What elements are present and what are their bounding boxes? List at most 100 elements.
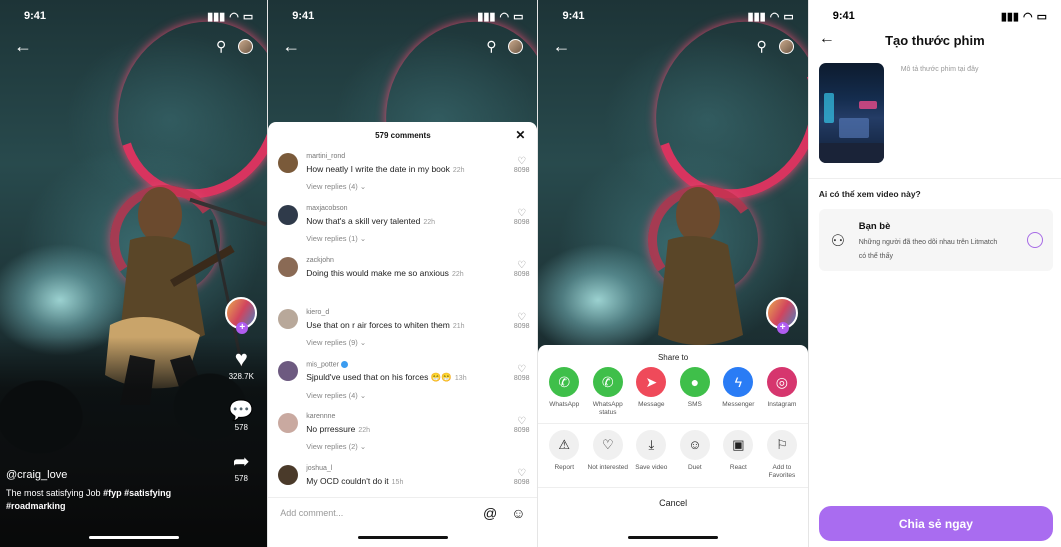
share-app-button[interactable]: ✆ WhatsApp [542, 367, 586, 417]
view-replies-link[interactable]: View replies (9) ⌄ [306, 338, 527, 347]
share-app-button[interactable]: ϟ Messenger [717, 367, 761, 417]
commenter-avatar[interactable] [278, 205, 299, 225]
share-app-icon: ✆ [592, 367, 623, 397]
like-button[interactable]: ♥ 328.7K [229, 346, 254, 381]
video-screen: 9:41 ▮▮▮ ◠ ▭ ← ⚲ + ♥ 328.7K 💬 578 ➦ 578 @c… [0, 0, 268, 547]
profile-avatar[interactable] [238, 38, 254, 54]
share-action-button[interactable]: ☺ Duet [673, 430, 717, 480]
comment-input[interactable]: Add comment... @ ☺ [268, 497, 538, 527]
comment-username[interactable]: karennne [306, 413, 527, 420]
status-time: 9:41 [562, 10, 585, 22]
comment-username[interactable]: mis_potter [306, 361, 527, 368]
back-arrow-icon[interactable]: ← [14, 37, 32, 55]
commenter-avatar[interactable] [278, 257, 299, 277]
view-replies-link[interactable]: View replies (4) ⌄ [306, 391, 527, 400]
comment-like-button[interactable]: ♡ 8098 [514, 468, 530, 486]
comment-username[interactable]: zackjohn [306, 257, 527, 264]
mention-icon[interactable]: @ [483, 505, 497, 521]
comment-item[interactable]: martini_rond How neatly I write the date… [268, 150, 537, 202]
view-replies-link[interactable]: View replies (1) ⌄ [306, 234, 527, 243]
follow-plus-icon[interactable]: + [776, 322, 789, 334]
wifi-icon: ◠ [769, 11, 780, 23]
comment-like-button[interactable]: ♡ 8098 [514, 260, 530, 278]
comment-like-count: 8098 [513, 167, 530, 174]
share-app-button[interactable]: ➤ Message [630, 367, 674, 417]
close-icon[interactable]: ✕ [515, 128, 525, 142]
emoji-icon[interactable]: ☺ [511, 505, 525, 521]
comment-item[interactable]: karennne No prressure 22h View replies (2… [268, 410, 537, 462]
commenter-avatar[interactable] [278, 465, 299, 485]
creator-handle[interactable]: @craig_love [6, 469, 217, 481]
comments-sheet: 579 comments ✕ martini_rond How neatly I… [268, 122, 538, 547]
comment-username[interactable]: maxjacobson [306, 205, 527, 212]
screens-row: 9:41 ▮▮▮ ◠ ▭ ← ⚲ + ♥ 328.7K 💬 578 ➦ 578 @c… [0, 0, 1061, 547]
share-app-icon: ➤ [636, 367, 667, 397]
audience-option-friends[interactable]: ⚇ Bạn bè Những người đã theo dõi nhau tr… [818, 209, 1053, 271]
share-action-button[interactable]: ⚐ Add to Favorites [760, 430, 804, 480]
share-app-label: WhatsApp status [592, 401, 623, 416]
create-video-screen: 9:41 ▮▮▮ ◠ ▭ ← Tạo thước phim Mô tả thước … [808, 0, 1061, 547]
caption-hashtags[interactable]: #fyp #satisfying [103, 488, 171, 498]
comments-list[interactable]: martini_rond How neatly I write the date… [268, 150, 537, 492]
comment-count: 578 [234, 423, 248, 432]
action-rail: + ♥ 328.7K 💬 578 ➦ 578 [221, 297, 261, 483]
comment-username[interactable]: kiero_d [306, 309, 527, 316]
share-action-button[interactable]: ⤓ Save video [630, 430, 674, 480]
search-icon[interactable]: ⚲ [486, 39, 496, 53]
comment-button[interactable]: 💬 578 [229, 398, 254, 432]
share-now-button[interactable]: Chia sẻ ngay [818, 506, 1053, 541]
caption-hashtag[interactable]: #roadmarking [6, 501, 66, 511]
share-action-button[interactable]: ▣ React [717, 430, 761, 480]
share-app-icon: ● [679, 367, 710, 397]
profile-avatar[interactable] [508, 38, 524, 54]
share-app-button[interactable]: ✆ WhatsApp status [586, 367, 630, 417]
share-button[interactable]: ➦ 578 [233, 449, 250, 483]
back-arrow-icon[interactable]: ← [552, 37, 570, 55]
commenter-avatar[interactable] [278, 361, 299, 381]
comment-like-button[interactable]: ♡ 8098 [514, 208, 530, 226]
comment-item[interactable]: zackjohn Doing this would make me so anx… [268, 254, 537, 306]
creator-avatar[interactable]: + [225, 297, 258, 334]
commenter-avatar[interactable] [278, 413, 299, 433]
share-app-button[interactable]: ● SMS [673, 367, 717, 417]
comment-item[interactable]: mis_potter Sjpuld've used that on his fo… [268, 358, 537, 410]
comment-item[interactable]: maxjacobson Now that's a skill very tale… [268, 202, 537, 254]
audience-label: Ai có thể xem video này? [818, 189, 921, 199]
search-icon[interactable]: ⚲ [756, 39, 766, 53]
video-thumbnail[interactable] [818, 63, 884, 163]
share-title: Share to [657, 353, 689, 362]
heart-outline-icon: ♡ [517, 416, 527, 427]
comment-item[interactable]: kiero_d Use that on r air forces to whit… [268, 306, 537, 358]
comment-like-button[interactable]: ♡ 8098 [514, 416, 530, 434]
status-time: 9:41 [292, 10, 315, 22]
view-replies-link[interactable]: View replies (4) ⌄ [306, 182, 527, 191]
share-action-icon: ⚐ [766, 430, 797, 460]
follow-plus-icon[interactable]: + [236, 322, 249, 334]
share-action-label: Not interested [587, 464, 629, 471]
creator-avatar[interactable]: + [765, 297, 798, 334]
description-input[interactable]: Mô tả thước phim tại đây [901, 66, 979, 73]
share-action-button[interactable]: ⚠ Report [542, 430, 586, 480]
video-caption: @craig_love The most satisfying Job #fyp… [6, 469, 217, 513]
commenter-avatar[interactable] [278, 153, 299, 173]
share-app-button[interactable]: ◎ Instagram [760, 367, 804, 417]
share-app-label: WhatsApp [549, 401, 580, 408]
share-action-icon: ☺ [679, 430, 710, 460]
profile-avatar[interactable] [778, 38, 794, 54]
comment-like-button[interactable]: ♡ 8098 [514, 364, 530, 382]
option-radio[interactable] [1027, 232, 1043, 248]
comment-like-button[interactable]: ♡ 8098 [514, 312, 530, 330]
back-arrow-icon[interactable]: ← [282, 37, 300, 55]
share-action-button[interactable]: ♡ Not interested [586, 430, 630, 480]
cancel-button[interactable]: Cancel [538, 487, 808, 519]
chevron-down-icon: ⌄ [359, 338, 367, 347]
comment-item[interactable]: joshua_l My OCD couldn't do it 15h ♡ 8098 [268, 462, 537, 492]
comment-bubble-icon: 💬 [228, 400, 254, 422]
comment-username[interactable]: joshua_l [306, 465, 527, 472]
comment-username[interactable]: martini_rond [306, 153, 527, 160]
search-icon[interactable]: ⚲ [216, 39, 226, 53]
view-replies-link[interactable]: View replies (2) ⌄ [306, 442, 527, 451]
commenter-avatar[interactable] [278, 309, 299, 329]
comment-like-button[interactable]: ♡ 8098 [514, 156, 530, 174]
heart-outline-icon: ♡ [517, 312, 527, 323]
